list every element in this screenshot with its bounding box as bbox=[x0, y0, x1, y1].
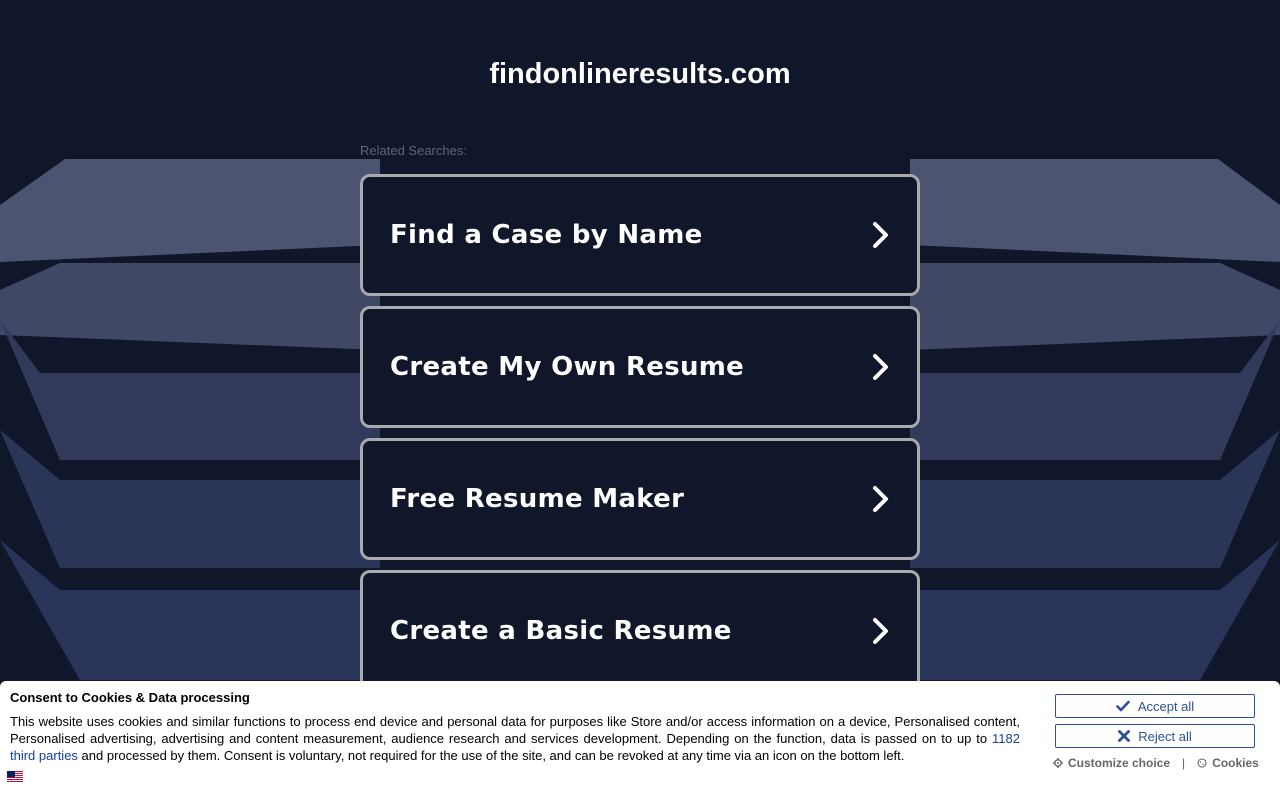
customize-choice-link[interactable]: Customize choice bbox=[1053, 756, 1170, 770]
related-search-label: Find a Case by Name bbox=[390, 220, 703, 250]
related-searches-list: Find a Case by Name Create My Own Resume… bbox=[360, 174, 920, 702]
chevron-right-icon bbox=[873, 618, 888, 644]
related-search-link-find-a-case[interactable]: Find a Case by Name bbox=[360, 174, 920, 296]
related-search-link-create-a-basic-resume[interactable]: Create a Basic Resume bbox=[360, 570, 920, 692]
cookie-consent-banner: Consent to Cookies & Data processing Thi… bbox=[0, 681, 1280, 800]
accept-all-label: Accept all bbox=[1137, 698, 1195, 714]
cookies-link[interactable]: Cookies bbox=[1197, 756, 1259, 770]
check-icon bbox=[1116, 700, 1130, 712]
reject-all-button[interactable]: Reject all bbox=[1055, 724, 1255, 748]
site-title: findonlineresults.com bbox=[489, 58, 791, 90]
x-icon bbox=[1118, 730, 1131, 742]
consent-title: Consent to Cookies & Data processing bbox=[10, 690, 250, 705]
related-search-label: Create a Basic Resume bbox=[390, 616, 732, 646]
customize-choice-label: Customize choice bbox=[1068, 756, 1171, 770]
chevron-right-icon bbox=[873, 222, 888, 248]
chevron-right-icon bbox=[873, 486, 888, 512]
consent-text-after: and processed by them. Consent is volunt… bbox=[77, 748, 905, 763]
consent-secondary-links: Customize choice | Cookies bbox=[1053, 756, 1259, 770]
reject-all-label: Reject all bbox=[1138, 728, 1192, 744]
related-search-label: Create My Own Resume bbox=[390, 352, 745, 382]
related-search-link-create-my-own-resume[interactable]: Create My Own Resume bbox=[360, 306, 920, 428]
consent-text-before: This website uses cookies and similar fu… bbox=[10, 714, 1020, 746]
consent-description: This website uses cookies and similar fu… bbox=[10, 713, 1020, 764]
related-search-label: Free Resume Maker bbox=[390, 484, 685, 514]
related-search-link-free-resume-maker[interactable]: Free Resume Maker bbox=[360, 438, 920, 560]
gear-icon bbox=[1053, 758, 1063, 768]
related-searches-label: Related Searches: bbox=[360, 143, 467, 158]
cookies-label: Cookies bbox=[1212, 756, 1259, 770]
links-separator: | bbox=[1182, 756, 1186, 770]
accept-all-button[interactable]: Accept all bbox=[1055, 694, 1255, 718]
flag-uk-icon[interactable] bbox=[7, 771, 23, 782]
cookie-icon bbox=[1197, 758, 1207, 768]
chevron-right-icon bbox=[873, 354, 888, 380]
